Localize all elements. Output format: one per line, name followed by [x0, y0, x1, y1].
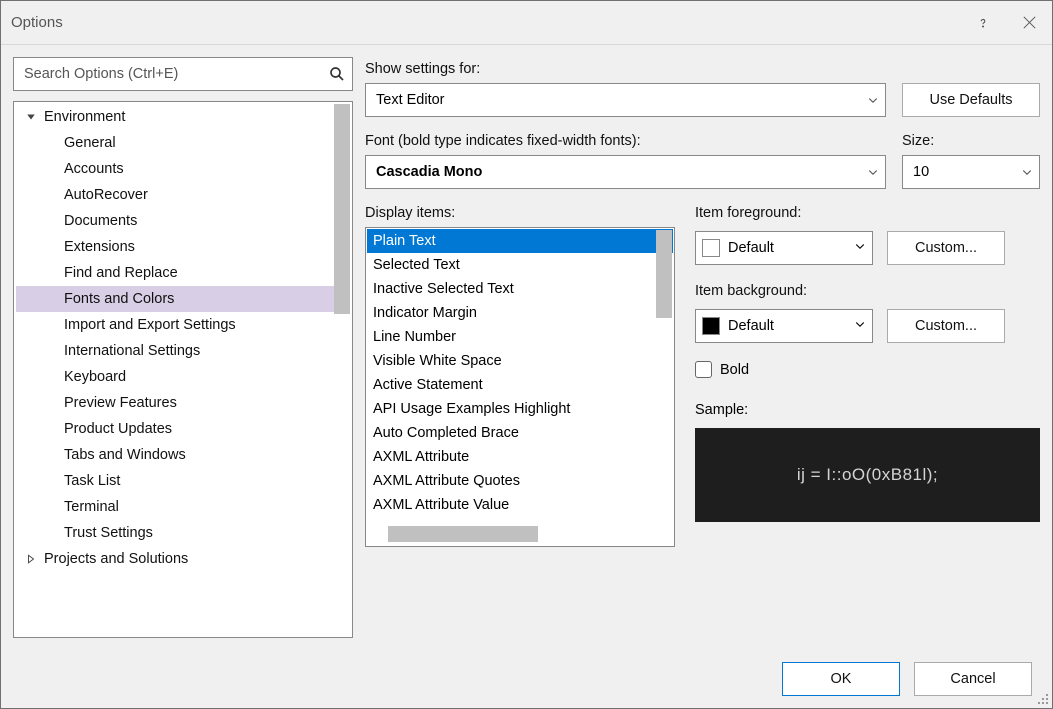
size-label: Size:: [902, 133, 1040, 149]
tree-item-label: Trust Settings: [64, 525, 153, 541]
tree-item-label: Documents: [64, 213, 137, 229]
display-items-hscroll[interactable]: [388, 526, 538, 542]
size-value: 10: [913, 164, 929, 180]
display-item[interactable]: API Usage Examples Highlight: [367, 397, 673, 421]
tree-item-general[interactable]: General: [16, 130, 350, 156]
tree-item-label: General: [64, 135, 116, 151]
close-icon[interactable]: [1006, 1, 1052, 45]
chevron-down-icon: [867, 166, 879, 178]
show-settings-label: Show settings for:: [365, 61, 886, 77]
tree-item-label: Extensions: [64, 239, 135, 255]
display-item[interactable]: Active Statement: [367, 373, 673, 397]
display-item[interactable]: Auto Completed Brace: [367, 421, 673, 445]
font-select[interactable]: Cascadia Mono: [365, 155, 886, 189]
display-item[interactable]: Plain Text: [367, 229, 673, 253]
item-bg-label: Item background:: [695, 283, 1040, 299]
item-bg-value: Default: [728, 318, 774, 334]
item-fg-select[interactable]: Default: [695, 231, 873, 265]
item-fg-value: Default: [728, 240, 774, 256]
resize-grip-icon[interactable]: [1036, 692, 1050, 706]
tree-item-preview-features[interactable]: Preview Features: [16, 390, 350, 416]
display-item[interactable]: Selected Text: [367, 253, 673, 277]
item-fg-label: Item foreground:: [695, 205, 1040, 221]
tree-item-find-and-replace[interactable]: Find and Replace: [16, 260, 350, 286]
sample-text: ij = I::oO(0xB81l);: [797, 465, 938, 485]
font-value: Cascadia Mono: [376, 164, 482, 180]
chevron-down-icon: [1021, 166, 1033, 178]
bg-custom-button[interactable]: Custom...: [887, 309, 1005, 343]
display-item[interactable]: AXML Attribute Quotes: [367, 469, 673, 493]
show-settings-select[interactable]: Text Editor: [365, 83, 886, 117]
tree-item-label: Find and Replace: [64, 265, 178, 281]
tree-item-accounts[interactable]: Accounts: [16, 156, 350, 182]
tree-item-label: Environment: [44, 109, 125, 125]
tree-item-task-list[interactable]: Task List: [16, 468, 350, 494]
tree-item-label: International Settings: [64, 343, 200, 359]
chevron-down-icon: [26, 112, 40, 122]
font-label: Font (bold type indicates fixed-width fo…: [365, 133, 886, 149]
show-settings-value: Text Editor: [376, 92, 445, 108]
tree-item-autorecover[interactable]: AutoRecover: [16, 182, 350, 208]
size-select[interactable]: 10: [902, 155, 1040, 189]
nav-tree: Environment General Accounts AutoRecover Doc…: [13, 101, 353, 638]
search-input[interactable]: [22, 65, 328, 83]
sample-label: Sample:: [695, 402, 1040, 418]
window-title: Options: [11, 14, 63, 31]
tree-item-extensions[interactable]: Extensions: [16, 234, 350, 260]
tree-item-label: Product Updates: [64, 421, 172, 437]
tree-item-label: AutoRecover: [64, 187, 148, 203]
display-item[interactable]: Visible White Space: [367, 349, 673, 373]
bold-label: Bold: [720, 362, 749, 378]
chevron-down-icon: [854, 240, 866, 256]
tree-item-label: Terminal: [64, 499, 119, 515]
tree-item-documents[interactable]: Documents: [16, 208, 350, 234]
tree-item-label: Projects and Solutions: [44, 551, 188, 567]
ok-button[interactable]: OK: [782, 662, 900, 696]
tree-item-label: Import and Export Settings: [64, 317, 236, 333]
tree-item-product-updates[interactable]: Product Updates: [16, 416, 350, 442]
cancel-button[interactable]: Cancel: [914, 662, 1032, 696]
tree-item-label: Keyboard: [64, 369, 126, 385]
tree-item-label: Task List: [64, 473, 120, 489]
chevron-right-icon: [26, 554, 40, 564]
search-icon: [328, 65, 346, 83]
item-bg-select[interactable]: Default: [695, 309, 873, 343]
tree-item-projects-and-solutions[interactable]: Projects and Solutions: [16, 546, 350, 572]
bg-swatch: [702, 317, 720, 335]
display-items-label: Display items:: [365, 205, 675, 221]
dialog-footer: OK Cancel: [1, 650, 1052, 708]
checkbox-box: [695, 361, 712, 378]
search-input-wrap[interactable]: [13, 57, 353, 91]
tree-item-international-settings[interactable]: International Settings: [16, 338, 350, 364]
title-bar: Options: [1, 1, 1052, 45]
tree-scrollbar[interactable]: [334, 104, 350, 314]
tree-item-trust-settings[interactable]: Trust Settings: [16, 520, 350, 546]
display-items-list[interactable]: Plain TextSelected TextInactive Selected…: [365, 227, 675, 547]
fg-swatch: [702, 239, 720, 257]
display-item[interactable]: Indicator Margin: [367, 301, 673, 325]
display-item[interactable]: Line Number: [367, 325, 673, 349]
tree-item-environment[interactable]: Environment: [16, 104, 350, 130]
options-dialog: Options Environment General Accounts AutoRe…: [0, 0, 1053, 709]
display-items-vscroll[interactable]: [656, 230, 672, 318]
chevron-down-icon: [867, 94, 879, 106]
display-item[interactable]: AXML Attribute: [367, 445, 673, 469]
fg-custom-button[interactable]: Custom...: [887, 231, 1005, 265]
chevron-down-icon: [854, 318, 866, 334]
tree-item-terminal[interactable]: Terminal: [16, 494, 350, 520]
use-defaults-button[interactable]: Use Defaults: [902, 83, 1040, 117]
tree-item-label: Preview Features: [64, 395, 177, 411]
tree-item-tabs-and-windows[interactable]: Tabs and Windows: [16, 442, 350, 468]
bold-checkbox[interactable]: Bold: [695, 361, 1040, 378]
sample-preview: ij = I::oO(0xB81l);: [695, 428, 1040, 522]
tree-item-label: Fonts and Colors: [64, 291, 174, 307]
display-item[interactable]: AXML Attribute Value: [367, 493, 673, 517]
tree-item-keyboard[interactable]: Keyboard: [16, 364, 350, 390]
tree-item-label: Accounts: [64, 161, 124, 177]
tree-item-label: Tabs and Windows: [64, 447, 186, 463]
tree-item-fonts-and-colors[interactable]: Fonts and Colors: [16, 286, 350, 312]
tree-item-import-and-export-settings[interactable]: Import and Export Settings: [16, 312, 350, 338]
display-item[interactable]: Inactive Selected Text: [367, 277, 673, 301]
help-icon[interactable]: [960, 1, 1006, 45]
